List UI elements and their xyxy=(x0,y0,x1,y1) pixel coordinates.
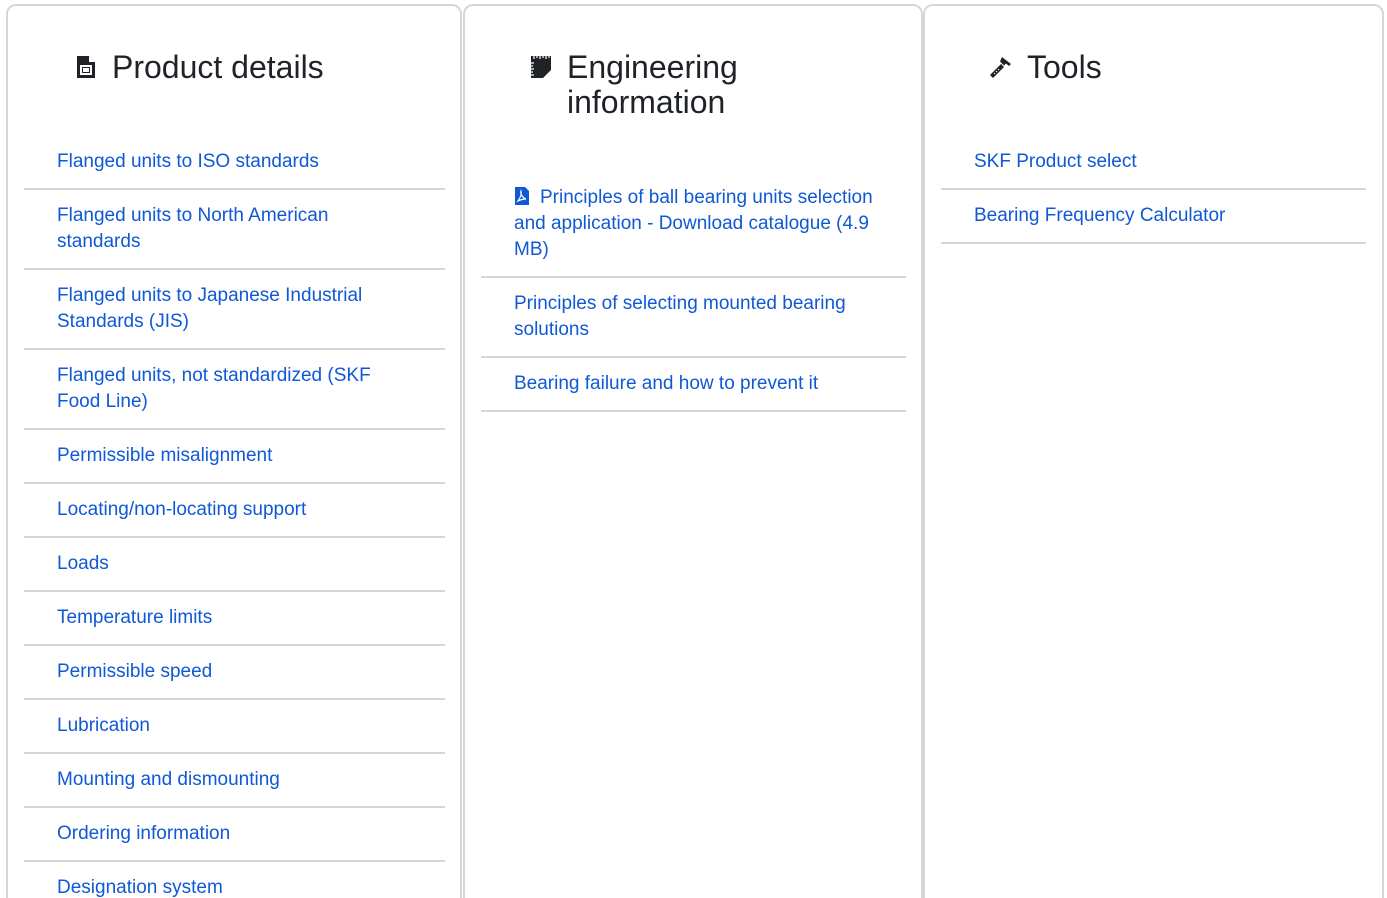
engineering-link-list: Principles of ball bearing units selecti… xyxy=(481,172,906,412)
link-loads[interactable]: Loads xyxy=(57,551,413,577)
list-item: Flanged units to ISO standards xyxy=(24,136,445,190)
tools-heading: Tools xyxy=(989,50,1102,85)
link-skf-product-select[interactable]: SKF Product select xyxy=(974,149,1334,175)
engineering-information-heading: Engineering information xyxy=(529,50,807,120)
list-item: Flanged units to Japanese Industrial Sta… xyxy=(24,270,445,350)
link-download-catalogue[interactable]: Principles of ball bearing units selecti… xyxy=(514,185,874,263)
pdf-icon xyxy=(515,187,529,205)
list-item: Temperature limits xyxy=(24,592,445,646)
list-item: Principles of selecting mounted bearing … xyxy=(481,278,906,358)
link-lubrication[interactable]: Lubrication xyxy=(57,713,413,739)
list-item: Bearing failure and how to prevent it xyxy=(481,358,906,412)
link-permissible-misalignment[interactable]: Permissible misalignment xyxy=(57,443,413,469)
list-item: Permissible speed xyxy=(24,646,445,700)
list-item: Loads xyxy=(24,538,445,592)
page: Product details Flanged units to ISO sta… xyxy=(0,0,1387,898)
link-ordering-information[interactable]: Ordering information xyxy=(57,821,413,847)
engineering-information-title: Engineering information xyxy=(567,49,738,120)
list-item: Locating/non-locating support xyxy=(24,484,445,538)
link-flanged-food-line[interactable]: Flanged units, not standardized (SKF Foo… xyxy=(57,363,413,415)
link-bearing-frequency-calculator[interactable]: Bearing Frequency Calculator xyxy=(974,203,1334,229)
product-details-title: Product details xyxy=(112,49,324,85)
list-item: Flanged units, not standardized (SKF Foo… xyxy=(24,350,445,430)
link-flanged-iso[interactable]: Flanged units to ISO standards xyxy=(57,149,413,175)
list-item: Lubrication xyxy=(24,700,445,754)
list-item: Principles of ball bearing units selecti… xyxy=(481,172,906,278)
link-temperature-limits[interactable]: Temperature limits xyxy=(57,605,413,631)
list-item: Bearing Frequency Calculator xyxy=(941,190,1366,244)
link-designation-system[interactable]: Designation system xyxy=(57,875,413,898)
hammer-icon xyxy=(990,57,1011,78)
list-item: SKF Product select xyxy=(941,136,1366,190)
document-icon xyxy=(77,56,95,78)
product-details-panel: Product details Flanged units to ISO sta… xyxy=(6,4,462,898)
list-item: Flanged units to North American standard… xyxy=(24,190,445,270)
list-item: Ordering information xyxy=(24,808,445,862)
product-details-heading: Product details xyxy=(74,50,324,85)
link-selecting-mounted-bearing[interactable]: Principles of selecting mounted bearing … xyxy=(514,291,874,343)
list-item: Designation system xyxy=(24,862,445,898)
ruler-book-icon xyxy=(531,56,551,78)
tools-title: Tools xyxy=(1027,49,1102,85)
link-flanged-jis[interactable]: Flanged units to Japanese Industrial Sta… xyxy=(57,283,413,335)
link-mounting-dismounting[interactable]: Mounting and dismounting xyxy=(57,767,413,793)
link-permissible-speed[interactable]: Permissible speed xyxy=(57,659,413,685)
product-details-link-list: Flanged units to ISO standards Flanged u… xyxy=(24,136,445,898)
link-flanged-north-american[interactable]: Flanged units to North American standard… xyxy=(57,203,413,255)
list-item: Mounting and dismounting xyxy=(24,754,445,808)
list-item: Permissible misalignment xyxy=(24,430,445,484)
tools-panel: Tools SKF Product select Bearing Frequen… xyxy=(923,4,1384,898)
engineering-information-panel: Engineering information Principles of ba… xyxy=(463,4,923,898)
link-bearing-failure[interactable]: Bearing failure and how to prevent it xyxy=(514,371,874,397)
download-catalogue-label: Principles of ball bearing units selecti… xyxy=(514,187,873,260)
link-locating-support[interactable]: Locating/non-locating support xyxy=(57,497,413,523)
tools-link-list: SKF Product select Bearing Frequency Cal… xyxy=(941,136,1366,244)
